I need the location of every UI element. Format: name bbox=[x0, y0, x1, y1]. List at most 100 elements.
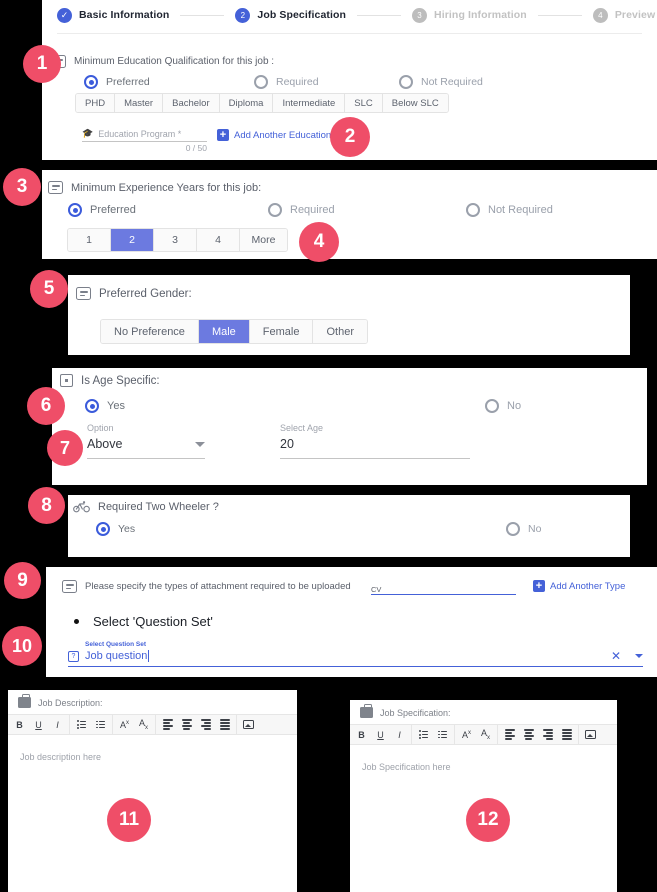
bold-button[interactable]: B bbox=[352, 725, 371, 744]
bold-button[interactable]: B bbox=[10, 715, 29, 734]
job-description-heading: Job Description: bbox=[8, 690, 297, 714]
step-job-specification[interactable]: 2 Job Specification bbox=[235, 7, 346, 23]
experience-year-3[interactable]: 3 bbox=[154, 229, 197, 251]
italic-button[interactable]: I bbox=[48, 715, 67, 734]
education-program-field[interactable]: 🎓 Education Program * bbox=[82, 128, 207, 142]
age-option-select[interactable]: Option Above bbox=[87, 423, 205, 459]
calendar-icon bbox=[60, 374, 73, 387]
add-another-education-link[interactable]: + Add Another Education bbox=[217, 129, 331, 141]
align-justify-button[interactable] bbox=[557, 725, 576, 744]
education-option-not-required[interactable]: Not Required bbox=[399, 75, 483, 89]
add-another-type-label: Add Another Type bbox=[550, 580, 626, 592]
gender-male[interactable]: Male bbox=[198, 320, 250, 343]
age-option-underline bbox=[87, 458, 205, 459]
step-connector bbox=[357, 14, 402, 16]
education-program-placeholder: Education Program * bbox=[98, 128, 182, 139]
select-age-label: Select Age bbox=[280, 423, 324, 433]
education-option-preferred[interactable]: Preferred bbox=[84, 75, 254, 89]
select-age-underline bbox=[280, 458, 470, 459]
panel-experience: Minimum Experience Years for this job: P… bbox=[42, 170, 657, 259]
align-justify-button[interactable] bbox=[215, 715, 234, 734]
underline-button[interactable]: U bbox=[29, 715, 48, 734]
numbered-list-button[interactable] bbox=[91, 715, 110, 734]
step-preview-and-complete-label: Preview and Complete bbox=[614, 9, 657, 21]
question-set-bullet: Select 'Question Set' bbox=[74, 614, 213, 629]
align-left-button[interactable] bbox=[500, 725, 519, 744]
education-level-bachelor[interactable]: Bachelor bbox=[163, 94, 220, 112]
education-option-preferred-label: Preferred bbox=[106, 76, 150, 88]
stepper-divider bbox=[57, 33, 642, 34]
chevron-down-icon bbox=[195, 441, 205, 447]
gender-heading: Preferred Gender: bbox=[76, 287, 192, 300]
experience-heading: Minimum Experience Years for this job: bbox=[48, 181, 261, 194]
align-center-button[interactable] bbox=[177, 715, 196, 734]
experience-option-not-required[interactable]: Not Required bbox=[466, 203, 553, 217]
experience-option-required[interactable]: Required bbox=[268, 203, 466, 217]
align-center-button[interactable] bbox=[519, 725, 538, 744]
align-right-button[interactable] bbox=[538, 725, 557, 744]
age-option-value: Above bbox=[87, 437, 123, 451]
attachment-type-underline bbox=[371, 593, 516, 595]
underline-button[interactable]: U bbox=[371, 725, 390, 744]
education-option-required[interactable]: Required bbox=[254, 75, 399, 89]
experience-year-more[interactable]: More bbox=[240, 229, 287, 251]
age-option-yes[interactable]: Yes bbox=[85, 399, 485, 413]
experience-year-2[interactable]: 2 bbox=[111, 229, 154, 251]
gender-female[interactable]: Female bbox=[249, 320, 314, 343]
italic-button[interactable]: I bbox=[390, 725, 409, 744]
attachment-type-field[interactable]: CV bbox=[371, 579, 516, 595]
education-program-underline bbox=[82, 141, 207, 142]
annotation-badge-6: 6 bbox=[27, 387, 65, 425]
step-basic-information[interactable]: ✓ Basic Information bbox=[57, 7, 170, 23]
subscript-button[interactable]: Ax bbox=[476, 725, 495, 744]
job-specification-placeholder: Job Specification here bbox=[362, 762, 451, 772]
age-option-no[interactable]: No bbox=[485, 399, 521, 413]
step-hiring-information-label: Hiring Information bbox=[434, 9, 527, 21]
education-level-master[interactable]: Master bbox=[115, 94, 164, 112]
gender-no-preference[interactable]: No Preference bbox=[101, 320, 199, 343]
superscript-button[interactable]: Ax bbox=[115, 715, 134, 734]
select-age-field[interactable]: Select Age 20 bbox=[280, 423, 470, 459]
step-preview-and-complete[interactable]: 4 Preview and Complete bbox=[592, 7, 657, 23]
gender-other[interactable]: Other bbox=[313, 320, 367, 343]
age-radio-group: Yes No bbox=[85, 399, 605, 413]
insert-image-button[interactable] bbox=[239, 715, 258, 734]
subscript-button[interactable]: Ax bbox=[134, 715, 153, 734]
radio-dot bbox=[399, 75, 413, 89]
age-title: Is Age Specific: bbox=[81, 374, 160, 387]
education-level-below-slc[interactable]: Below SLC bbox=[382, 94, 448, 112]
annotation-badge-8: 8 bbox=[28, 487, 65, 524]
education-level-diploma[interactable]: Diploma bbox=[219, 94, 274, 112]
close-icon[interactable]: ✕ bbox=[611, 650, 621, 662]
job-description-editor[interactable]: Job description here bbox=[8, 735, 297, 777]
age-heading: Is Age Specific: bbox=[60, 374, 160, 387]
calendar-question-icon: ? bbox=[68, 650, 79, 662]
align-left-button[interactable] bbox=[158, 715, 177, 734]
briefcase-icon bbox=[360, 704, 373, 718]
superscript-button[interactable]: Ax bbox=[457, 725, 476, 744]
experience-year-4[interactable]: 4 bbox=[197, 229, 240, 251]
panel-job-specification: Job Specification: B U I Ax Ax Job Speci… bbox=[350, 700, 617, 892]
step-hiring-information[interactable]: 3 Hiring Information bbox=[412, 7, 527, 23]
annotation-badge-10: 10 bbox=[2, 626, 42, 666]
two-wheeler-option-no[interactable]: No bbox=[506, 522, 541, 536]
education-level-intermediate[interactable]: Intermediate bbox=[273, 94, 346, 112]
experience-option-required-label: Required bbox=[290, 204, 335, 216]
two-wheeler-option-yes[interactable]: Yes bbox=[96, 522, 506, 536]
step-basic-information-label: Basic Information bbox=[79, 9, 170, 21]
experience-option-preferred[interactable]: Preferred bbox=[68, 203, 268, 217]
job-specification-editor[interactable]: Job Specification here bbox=[350, 745, 617, 787]
radio-dot bbox=[485, 399, 499, 413]
bulleted-list-button[interactable] bbox=[414, 725, 433, 744]
chevron-down-icon[interactable] bbox=[635, 654, 643, 658]
experience-year-1[interactable]: 1 bbox=[68, 229, 111, 251]
select-question-set-field[interactable]: Select Question Set ? Job question ✕ bbox=[68, 641, 643, 667]
education-level-phd[interactable]: PHD bbox=[76, 94, 116, 112]
education-level-slc[interactable]: SLC bbox=[345, 94, 383, 112]
numbered-list-button[interactable] bbox=[433, 725, 452, 744]
bulleted-list-button[interactable] bbox=[72, 715, 91, 734]
add-another-type-link[interactable]: + Add Another Type bbox=[533, 580, 625, 592]
bicycle-icon bbox=[73, 500, 90, 513]
insert-image-button[interactable] bbox=[581, 725, 600, 744]
align-right-button[interactable] bbox=[196, 715, 215, 734]
